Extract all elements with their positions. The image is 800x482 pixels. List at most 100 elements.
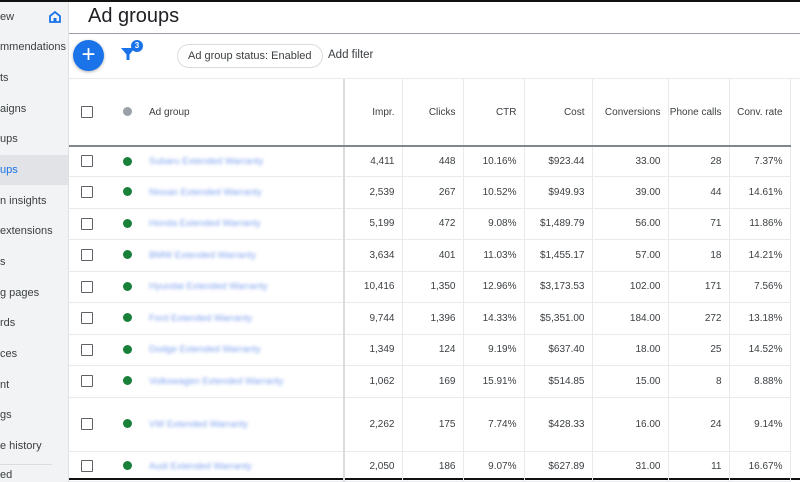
- sidebar-item[interactable]: gs: [0, 400, 68, 430]
- row-checkbox[interactable]: [81, 249, 93, 261]
- cell-impr: 2,539: [344, 176, 403, 209]
- ad-group-link[interactable]: Ford Extended Warranty: [149, 313, 252, 324]
- cell-clicks: 175: [402, 397, 464, 452]
- add-filter-button[interactable]: Add filter: [328, 49, 373, 61]
- ad-group-link[interactable]: Hyundai Extended Warranty: [149, 281, 267, 292]
- table-row: Dodge Extended Warranty 1,349 124 9.19% $637…: [69, 334, 791, 366]
- cell-calls: 25: [668, 334, 730, 366]
- cell-ctr: 7.74%: [463, 397, 525, 452]
- select-all-checkbox[interactable]: [81, 106, 93, 118]
- row-checkbox[interactable]: [81, 155, 93, 168]
- filter-chip-status[interactable]: Ad group status: Enabled: [177, 44, 323, 68]
- plus-icon: +: [81, 41, 96, 68]
- status-enabled-icon: [122, 156, 132, 166]
- cell-rate: 7.56%: [729, 271, 791, 303]
- status-enabled-icon: [122, 313, 132, 323]
- sidebar-item[interactable]: mmendations: [0, 32, 68, 62]
- add-button[interactable]: +: [73, 40, 104, 71]
- cell-cost: $1,455.17: [524, 239, 593, 272]
- row-checkbox[interactable]: [81, 312, 93, 324]
- column-header-phone-calls[interactable]: Phone calls: [668, 79, 730, 147]
- cell-rate: 13.18%: [729, 302, 791, 335]
- status-enabled-icon: [122, 281, 132, 291]
- ad-group-link[interactable]: BMW Extended Warranty: [149, 250, 256, 261]
- status-header-icon: [122, 107, 132, 117]
- cell-ctr: 10.16%: [463, 146, 525, 177]
- cell-rate: 11.86%: [729, 208, 791, 240]
- cell-conv: 33.00: [592, 146, 669, 177]
- ad-group-link[interactable]: Volkswagen Extended Warranty: [149, 376, 283, 387]
- cell-clicks: 124: [402, 334, 464, 366]
- ad-group-link[interactable]: Subaru Extended Warranty: [149, 156, 263, 167]
- cell-calls: 18: [668, 239, 730, 272]
- table-row: Nissan Extended Warranty 2,539 267 10.52% $9…: [69, 176, 791, 209]
- page-title: Ad groups: [88, 5, 180, 27]
- status-enabled-icon: [122, 419, 132, 429]
- row-checkbox[interactable]: [81, 186, 93, 198]
- cell-clicks: 448: [402, 146, 464, 177]
- sidebar-item[interactable]: e history: [0, 431, 68, 461]
- sidebar-item[interactable]: aigns: [0, 94, 68, 124]
- column-header-cost[interactable]: Cost: [524, 79, 593, 147]
- cell-conv: 57.00: [592, 239, 669, 272]
- cell-cost: $3,173.53: [524, 271, 593, 303]
- sidebar-item[interactable]: n insights: [0, 186, 68, 216]
- row-checkbox[interactable]: [81, 280, 93, 293]
- column-header-ad-group[interactable]: Ad group: [149, 79, 345, 147]
- ad-group-link[interactable]: Dodge Extended Warranty: [149, 344, 261, 355]
- cell-impr: 9,744: [344, 302, 403, 335]
- status-enabled-icon: [122, 461, 132, 471]
- ad-group-link[interactable]: Audi Extended Warranty: [149, 461, 252, 472]
- table-row: VW Extended Warranty 2,262 175 7.74% $428.33…: [69, 397, 791, 452]
- ad-group-link[interactable]: Nissan Extended Warranty: [149, 187, 262, 198]
- table-row: Subaru Extended Warranty 4,411 448 10.16% $9…: [69, 146, 791, 177]
- sidebar-item[interactable]: ups: [0, 155, 68, 185]
- sidebar-item[interactable]: ces: [0, 339, 68, 369]
- cell-ctr: 11.03%: [463, 239, 525, 272]
- cell-ctr: 15.91%: [463, 365, 525, 398]
- cell-rate: 14.52%: [729, 334, 791, 366]
- row-checkbox[interactable]: [81, 460, 93, 472]
- cell-cost: $514.85: [524, 365, 593, 398]
- row-checkbox[interactable]: [81, 375, 93, 387]
- cell-clicks: 267: [402, 176, 464, 209]
- cell-calls: 171: [668, 271, 730, 303]
- table-row: Volkswagen Extended Warranty 1,062 169 15.9…: [69, 365, 791, 398]
- cell-rate: 14.21%: [729, 239, 791, 272]
- ad-group-link[interactable]: VW Extended Warranty: [149, 419, 248, 430]
- cell-conv: 15.00: [592, 365, 669, 398]
- cell-ctr: 9.07%: [463, 451, 525, 482]
- cell-calls: 11: [668, 451, 730, 482]
- column-header-conv-rate[interactable]: Conv. rate: [729, 79, 791, 147]
- column-header-conversions[interactable]: Conversions: [592, 79, 669, 147]
- sidebar-item[interactable]: rds: [0, 308, 68, 338]
- cell-impr: 4,411: [344, 146, 403, 177]
- ad-group-link[interactable]: Honda Extended Warranty: [149, 218, 261, 229]
- cell-clicks: 1,396: [402, 302, 464, 335]
- sidebar-item[interactable]: ts: [0, 63, 68, 93]
- cell-calls: 71: [668, 208, 730, 240]
- column-header-ctr[interactable]: CTR: [463, 79, 525, 147]
- column-header-impr[interactable]: Impr.: [344, 79, 403, 147]
- cell-clicks: 186: [402, 451, 464, 482]
- row-checkbox[interactable]: [81, 418, 93, 430]
- table-row: Hyundai Extended Warranty 10,416 1,350 12.9…: [69, 271, 791, 303]
- cell-impr: 1,349: [344, 334, 403, 366]
- row-checkbox[interactable]: [81, 343, 93, 356]
- sidebar-item[interactable]: ups: [0, 124, 68, 154]
- sidebar-item[interactable]: extensions: [0, 216, 68, 246]
- sidebar-item[interactable]: g pages: [0, 278, 68, 308]
- sidebar-item[interactable]: nt: [0, 370, 68, 400]
- cell-calls: 272: [668, 302, 730, 335]
- sidebar-item[interactable]: ew: [0, 2, 68, 32]
- divider: [69, 33, 800, 34]
- cell-cost: $923.44: [524, 146, 593, 177]
- sidebar-item[interactable]: ed: [0, 460, 68, 482]
- row-checkbox[interactable]: [81, 217, 93, 230]
- status-enabled-icon: [122, 218, 132, 228]
- column-header-clicks[interactable]: Clicks: [402, 79, 464, 147]
- cell-cost: $627.89: [524, 451, 593, 482]
- cell-conv: 16.00: [592, 397, 669, 452]
- sidebar-item[interactable]: s: [0, 247, 68, 277]
- sidebar: ew mmendations ts aigns ups ups n insights exte…: [0, 2, 69, 482]
